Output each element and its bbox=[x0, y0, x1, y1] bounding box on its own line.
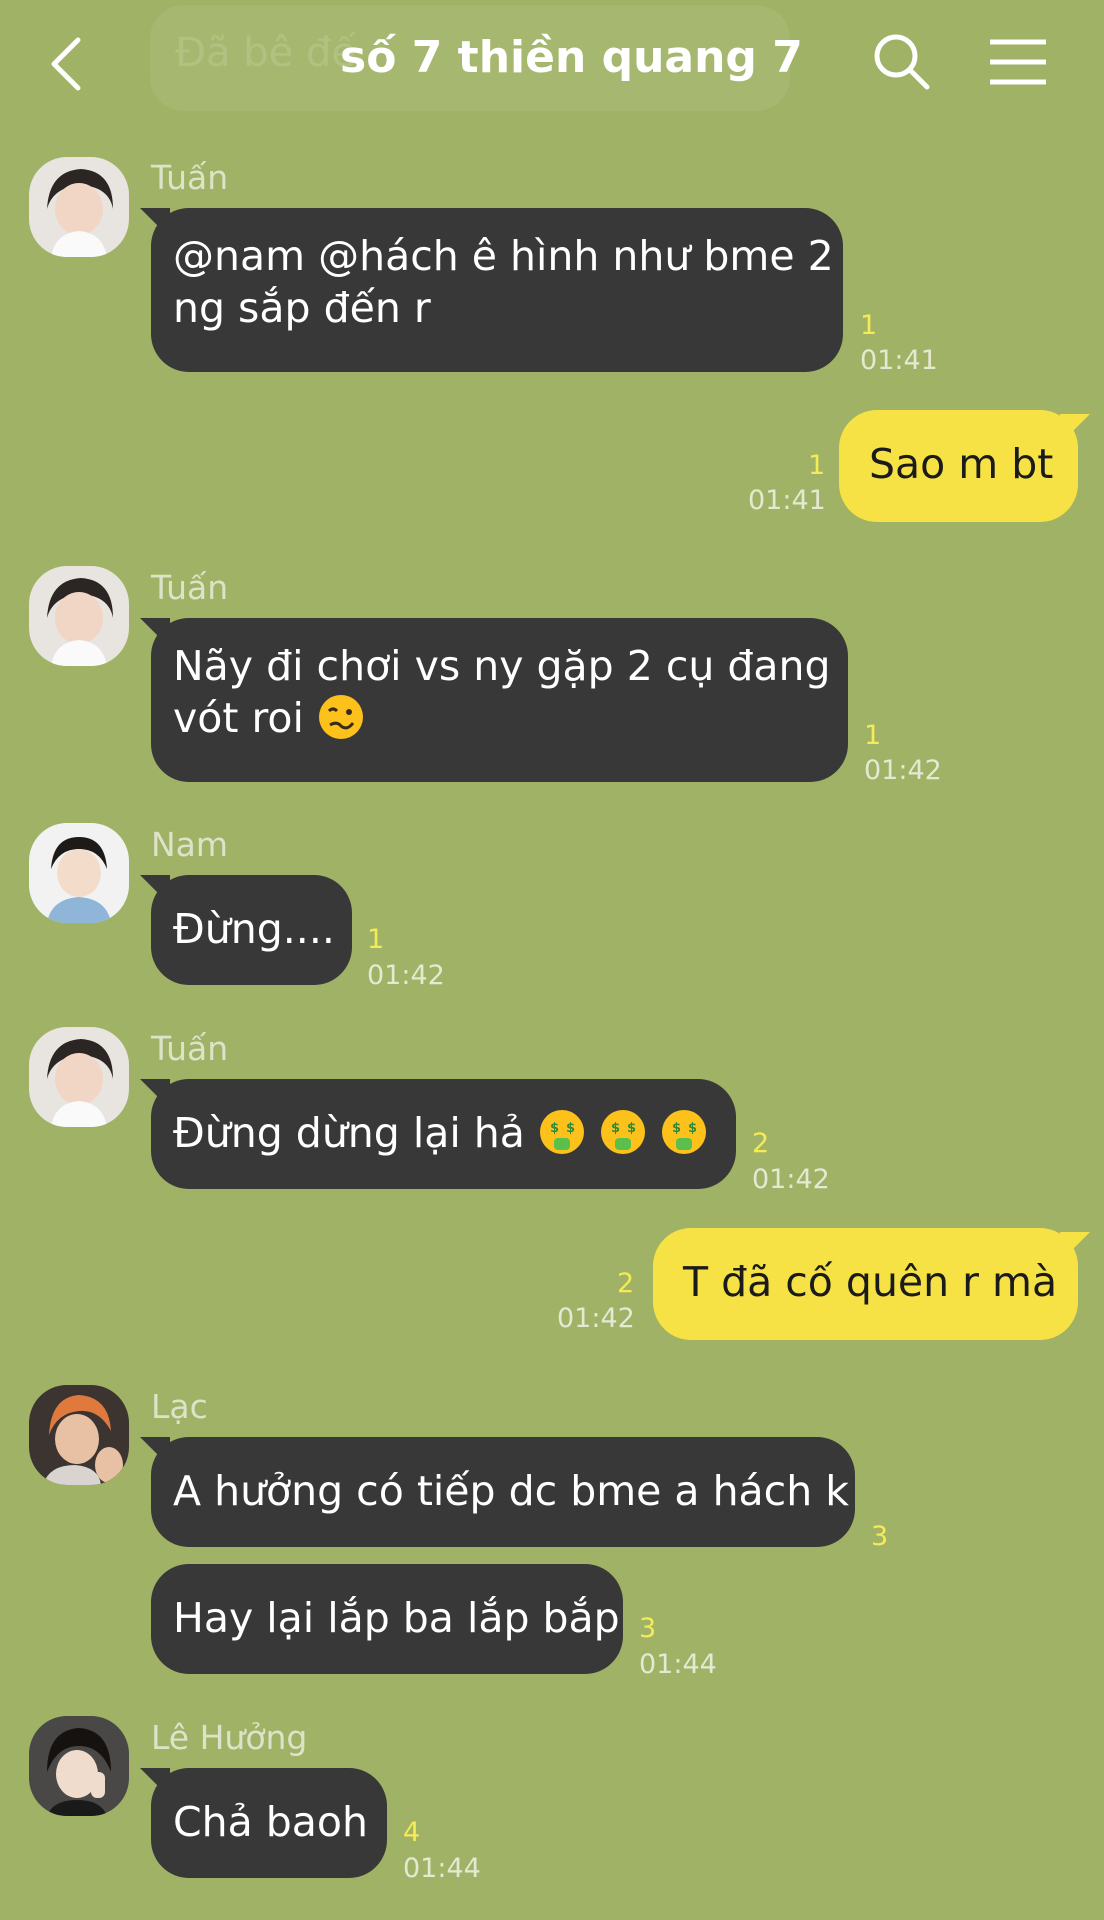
svg-text:$: $ bbox=[566, 1121, 575, 1136]
my-message-bubble[interactable]: T đã cố quên r mà bbox=[653, 1228, 1078, 1340]
message-time: 01:42 bbox=[367, 960, 445, 991]
message-bubble[interactable]: Hay lại lắp ba lắp bắp bbox=[151, 1564, 623, 1674]
search-icon bbox=[874, 34, 930, 90]
message-bubble[interactable]: Đừng.... bbox=[151, 875, 352, 985]
chevron-left-icon bbox=[51, 37, 81, 91]
avatar-le-huong[interactable] bbox=[29, 1716, 129, 1816]
chat-title: số 7 thiền quang 7 bbox=[340, 32, 803, 83]
message-time: 01:42 bbox=[752, 1164, 830, 1195]
message-bubble[interactable]: Đừng dừng lại hả $ $ $ $ $ $ bbox=[151, 1079, 736, 1189]
message-text: Đừng.... bbox=[173, 905, 335, 953]
avatar-lac[interactable] bbox=[29, 1385, 129, 1485]
read-count: 1 bbox=[808, 450, 826, 481]
message-text: Hay lại lắp ba lắp bắp bbox=[173, 1594, 620, 1642]
money-mouth-face-icon: $ $ bbox=[662, 1110, 707, 1154]
read-count: 2 bbox=[752, 1128, 770, 1159]
read-count: 1 bbox=[367, 924, 385, 955]
hamburger-menu-icon bbox=[990, 39, 1046, 85]
message-text: Đừng dừng lại hả bbox=[173, 1109, 525, 1157]
message-bubble[interactable]: Nãy đi chơi vs ny gặp 2 cụ đang vót roi bbox=[151, 618, 848, 782]
message-time: 01:42 bbox=[864, 755, 942, 786]
message-time: 01:41 bbox=[748, 485, 826, 516]
read-count: 1 bbox=[860, 310, 878, 341]
money-mouth-face-icon: $ $ bbox=[601, 1110, 645, 1154]
my-message-bubble[interactable]: Sao m bt bbox=[839, 410, 1078, 522]
read-count: 4 bbox=[403, 1817, 421, 1848]
svg-text:$: $ bbox=[688, 1121, 697, 1136]
money-mouth-face-icon: $ $ bbox=[539, 1110, 584, 1154]
avatar-nam[interactable] bbox=[29, 823, 129, 923]
message-line: Nãy đi chơi vs ny gặp 2 cụ đang bbox=[173, 642, 831, 690]
sender-name: Tuấn bbox=[151, 158, 229, 197]
message-text: Chả baoh bbox=[173, 1798, 368, 1846]
read-count: 2 bbox=[617, 1268, 635, 1299]
svg-text:$: $ bbox=[627, 1121, 636, 1136]
message-time: 01:44 bbox=[403, 1853, 481, 1884]
message-line: ng sắp đến r bbox=[173, 284, 431, 332]
avatar-image bbox=[29, 1716, 129, 1816]
back-button[interactable] bbox=[40, 32, 100, 92]
message-bubble[interactable]: A hưởng có tiếp dc bme a hách k bbox=[151, 1437, 855, 1547]
message-bubble[interactable]: @nam @hách ê hình như bme 2 ng sắp đến r bbox=[151, 208, 843, 372]
avatar-image bbox=[29, 157, 129, 257]
sender-name: Tuấn bbox=[151, 1029, 229, 1068]
avatar-image bbox=[29, 1027, 129, 1127]
message-line: vót roi bbox=[173, 694, 304, 742]
svg-text:$: $ bbox=[611, 1121, 620, 1136]
bubble-tail bbox=[1060, 1232, 1090, 1262]
faded-previous-text: Đã bê đế bbox=[175, 30, 356, 76]
bubble-tail bbox=[1060, 414, 1090, 444]
message-bubble[interactable]: Chả baoh bbox=[151, 1768, 387, 1878]
search-button[interactable] bbox=[872, 32, 932, 92]
read-count: 3 bbox=[871, 1521, 889, 1552]
sender-name: Nam bbox=[151, 825, 229, 864]
chat-header: Đã bê đế số 7 thiền quang 7 bbox=[0, 0, 1104, 130]
sender-name: Lê Hưởng bbox=[151, 1718, 308, 1757]
menu-button[interactable] bbox=[988, 32, 1048, 92]
svg-text:$: $ bbox=[672, 1121, 681, 1136]
avatar-image bbox=[29, 1385, 129, 1485]
message-text: Sao m bt bbox=[869, 440, 1054, 488]
avatar-image bbox=[29, 566, 129, 666]
sender-name: Lạc bbox=[151, 1387, 208, 1426]
message-time: 01:42 bbox=[557, 1303, 635, 1334]
sender-name: Tuấn bbox=[151, 568, 229, 607]
woozy-face-icon bbox=[318, 695, 363, 739]
svg-text:$: $ bbox=[550, 1121, 559, 1136]
message-text: A hưởng có tiếp dc bme a hách k bbox=[173, 1467, 849, 1515]
message-line: @nam @hách ê hình như bme 2 bbox=[173, 232, 834, 280]
avatar-image bbox=[29, 823, 129, 923]
read-count: 1 bbox=[864, 720, 882, 751]
message-time: 01:41 bbox=[860, 345, 938, 376]
avatar-tuan[interactable] bbox=[29, 1027, 129, 1127]
read-count: 3 bbox=[639, 1613, 657, 1644]
avatar-tuan[interactable] bbox=[29, 157, 129, 257]
avatar-tuan[interactable] bbox=[29, 566, 129, 666]
message-time: 01:44 bbox=[639, 1649, 717, 1680]
message-text: T đã cố quên r mà bbox=[683, 1258, 1058, 1306]
